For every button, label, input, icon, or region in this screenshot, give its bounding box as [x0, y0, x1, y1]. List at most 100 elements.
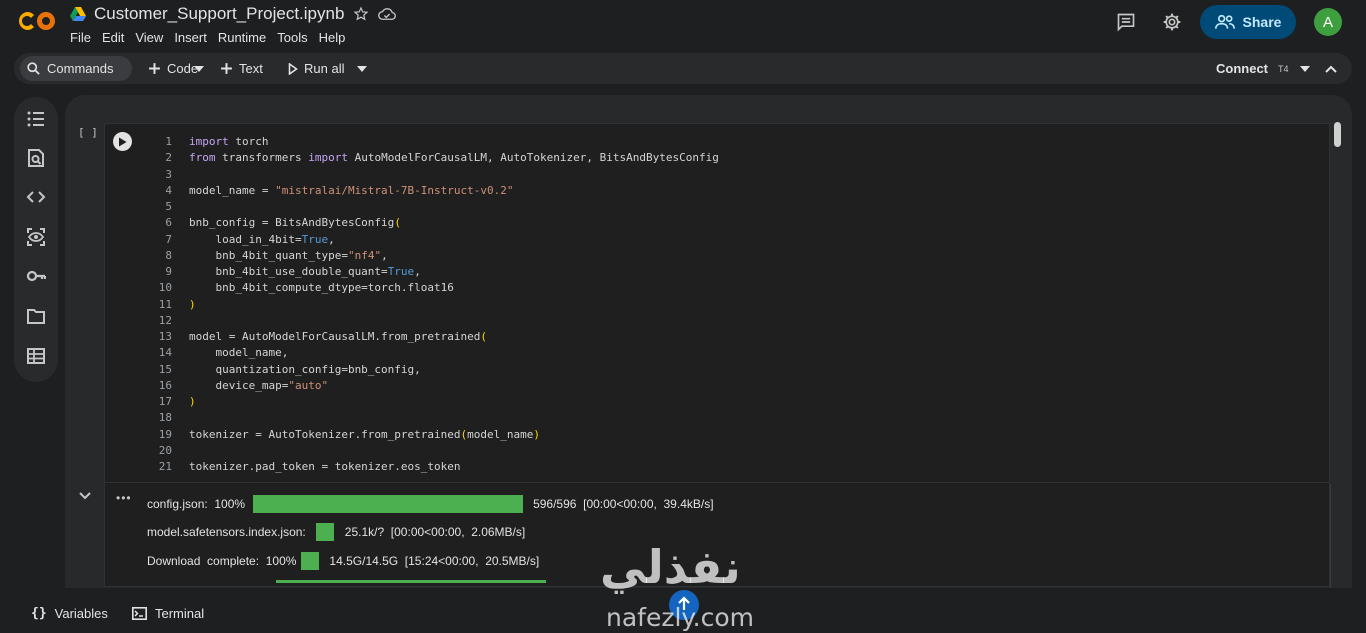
watermark-logo-text: نفذلي	[600, 540, 741, 594]
people-icon	[1214, 14, 1235, 29]
menu-file[interactable]: File	[70, 30, 97, 45]
caret-down-icon	[194, 65, 204, 72]
output-divider	[105, 482, 1329, 483]
table-of-contents-icon[interactable]	[26, 109, 46, 129]
progress-stats: 596/596 [00:00<00:00, 39.4kB/s]	[533, 497, 714, 511]
run-all-button[interactable]: Run all	[288, 53, 344, 84]
commands-label: Commands	[47, 61, 114, 76]
output-actions-more-icon[interactable]: •••	[116, 491, 132, 505]
files-folder-icon[interactable]	[26, 306, 46, 326]
find-replace-icon[interactable]	[26, 148, 46, 168]
connect-label: Connect	[1216, 61, 1268, 76]
output-progress-row: config.json: 100% 596/596 [00:00<00:00, …	[147, 495, 714, 513]
code-line: 8 bnb_4bit_quant_type= "nf4",	[165, 248, 388, 262]
comments-icon[interactable]	[1110, 6, 1142, 38]
chevron-down-icon[interactable]	[77, 490, 93, 502]
run-all-dropdown-button[interactable]	[357, 53, 367, 84]
code-line: 12	[158, 313, 172, 327]
connect-dropdown-button[interactable]	[1300, 53, 1310, 84]
menu-insert[interactable]: Insert	[174, 30, 213, 45]
run-all-label: Run all	[304, 61, 345, 76]
share-label: Share	[1242, 14, 1282, 30]
code-line: 15 quantization_config=bnb_config,	[158, 362, 421, 376]
output-progress-row: Download complete: 100% 14.5G/14.5G [15:…	[147, 552, 539, 570]
colab-logo-icon[interactable]	[18, 8, 56, 34]
progress-label: model.safetensors.index.json:	[147, 525, 306, 539]
play-icon	[288, 62, 298, 75]
variables-label: Variables	[54, 605, 108, 621]
run-cell-button[interactable]	[113, 132, 132, 151]
code-line: 16 device_map= "auto"	[158, 378, 329, 392]
code-line: 9 bnb_4bit_use_double_quant= True,	[165, 265, 421, 278]
progress-label: config.json: 100%	[147, 497, 246, 511]
star-icon[interactable]	[352, 5, 370, 23]
progress-bar	[253, 495, 524, 513]
plus-icon	[221, 63, 232, 74]
add-code-button[interactable]: Code	[148, 53, 198, 84]
variables-button[interactable]: {} Variables	[31, 603, 108, 623]
notebook-toolbar: Commands Code Text Run all Connect T4	[14, 53, 1352, 84]
code-line: 21 tokenizer.pad_token = tokenizer.eos_to…	[158, 460, 461, 473]
progress-bar	[301, 552, 320, 570]
terminal-button[interactable]: Terminal	[132, 603, 204, 623]
share-button[interactable]: Share	[1200, 5, 1296, 39]
data-table-icon[interactable]	[26, 346, 46, 366]
code-line: 14 model_name,	[158, 346, 289, 360]
menu-edit[interactable]: Edit	[102, 30, 130, 45]
caret-down-icon	[1300, 65, 1310, 72]
play-icon	[119, 137, 127, 146]
menu-runtime[interactable]: Runtime	[218, 30, 272, 45]
add-text-button[interactable]: Text	[220, 53, 263, 84]
cell-execution-marker: [ ]	[78, 126, 98, 139]
code-line: 19 tokenizer = AutoTokenizer.from_pretrai…	[158, 427, 541, 441]
caret-down-icon	[357, 65, 367, 72]
terminal-icon	[132, 606, 147, 620]
chevron-up-icon	[1325, 65, 1337, 73]
code-line: 11)	[158, 297, 196, 311]
menu-bar: File Edit View Insert Runtime Tools Help	[70, 30, 356, 45]
account-avatar[interactable]: A	[1314, 8, 1342, 36]
variable-inspector-icon[interactable]	[26, 227, 46, 247]
code-line: 18	[158, 411, 172, 425]
output-scrollbar[interactable]	[1330, 484, 1331, 588]
progress-stats: 25.1k/? [00:00<00:00, 2.06MB/s]	[344, 525, 526, 539]
download-progress-underline	[276, 580, 546, 583]
braces-icon: {}	[31, 605, 47, 621]
header-actions: Share A	[1110, 5, 1342, 39]
progress-bar	[315, 523, 334, 541]
watermark-url: nafezly.com	[606, 603, 754, 632]
cloud-saved-icon[interactable]	[378, 5, 397, 23]
code-line: 17)	[158, 395, 196, 408]
code-line: 10 bnb_4bit_compute_dtype=torch.float16	[158, 281, 454, 295]
connect-button[interactable]: Connect T4	[1216, 53, 1289, 84]
code-line: 7 load_in_4bit= True,	[165, 232, 335, 246]
notebook-title[interactable]: Customer_Support_Project.ipynb	[94, 4, 344, 24]
code-line: 20	[158, 443, 172, 457]
title-row: Customer_Support_Project.ipynb	[70, 3, 397, 25]
google-drive-icon	[70, 7, 86, 21]
code-line: 1 import torch	[165, 135, 269, 148]
search-icon	[27, 62, 40, 75]
header: Customer_Support_Project.ipynb File Edit…	[0, 0, 1366, 52]
code-dropdown-button[interactable]	[194, 53, 204, 84]
runtime-type-label: T4	[1278, 63, 1289, 74]
terminal-label: Terminal	[155, 605, 205, 621]
collapse-toolbar-button[interactable]	[1325, 53, 1337, 84]
code-line: 6 bnb_config = BitsAndBytesConfig(	[165, 216, 401, 230]
code-line: 5	[165, 200, 172, 213]
code-line: 3	[165, 167, 172, 181]
progress-label: Download complete: 100%	[147, 554, 297, 568]
cell-scrollbar-thumb[interactable]	[1334, 122, 1341, 147]
secrets-key-icon[interactable]	[26, 266, 46, 286]
code-line: 4 model_name = "mistralai/Mistral-7B-Inst…	[165, 183, 514, 197]
commands-button[interactable]: Commands	[26, 53, 113, 84]
code-editor[interactable]: 1 import torch 2 from transformers import …	[150, 134, 719, 475]
menu-view[interactable]: View	[135, 30, 169, 45]
menu-help[interactable]: Help	[319, 30, 352, 45]
plus-icon	[149, 63, 160, 74]
code-snippets-icon[interactable]	[26, 187, 46, 207]
settings-gear-icon[interactable]	[1156, 6, 1188, 38]
left-sidebar	[14, 97, 58, 382]
menu-tools[interactable]: Tools	[277, 30, 313, 45]
code-line: 2 from transformers import AutoModelForCa…	[165, 151, 719, 165]
